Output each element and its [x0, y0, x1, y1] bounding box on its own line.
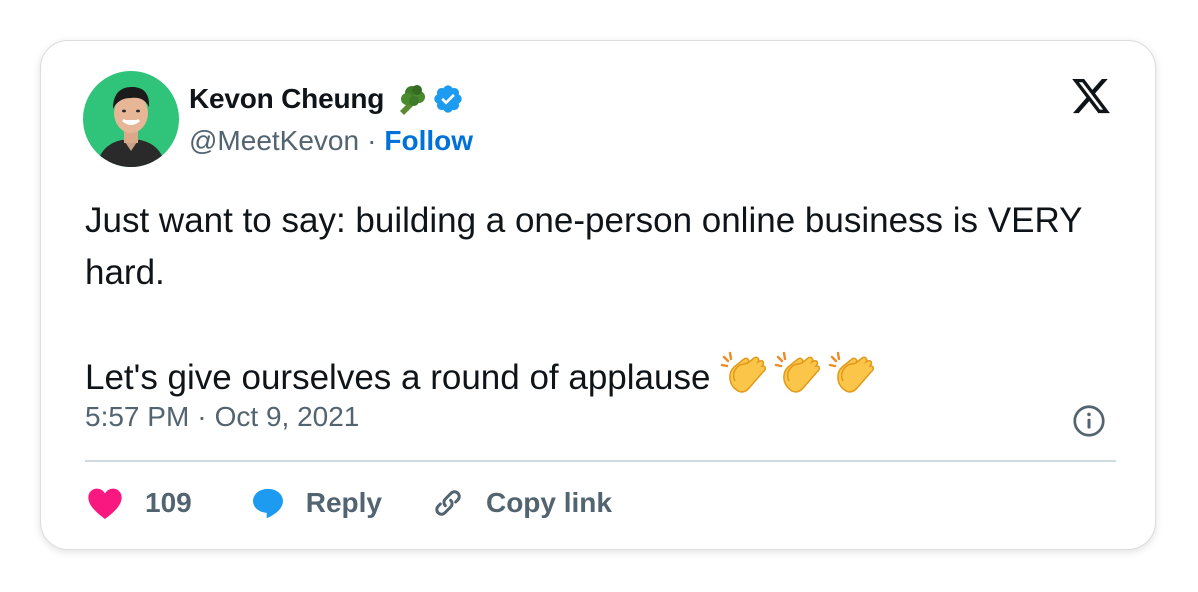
like-count: 109 [145, 487, 192, 518]
copy-link-button[interactable]: Copy link [428, 483, 612, 523]
tweet-body: Just want to say: building a one-person … [85, 201, 1082, 397]
clapping-hands-icon [775, 351, 821, 393]
tweet-date: Oct 9, 2021 [214, 401, 360, 432]
author-handle[interactable]: @MeetKevon [189, 125, 359, 157]
reply-button[interactable]: Reply [248, 483, 382, 523]
author-handle-row: @MeetKevon · Follow [189, 123, 473, 159]
actions-divider [85, 460, 1116, 462]
clap-emoji-group [720, 351, 878, 395]
heart-icon [88, 488, 122, 519]
verified-badge-icon [434, 85, 462, 113]
tweet-timestamp[interactable]: 5:57 PM · Oct 9, 2021 [85, 401, 359, 433]
reply-label: Reply [305, 487, 382, 518]
author-name[interactable]: Kevon Cheung [189, 83, 384, 115]
x-logo-icon[interactable] [1069, 75, 1113, 117]
clapping-hands-icon [829, 351, 875, 393]
copy-link-label: Copy link [485, 487, 612, 518]
broccoli-icon [400, 85, 426, 115]
follow-button[interactable]: Follow [384, 125, 473, 157]
like-button[interactable]: 109 [85, 483, 192, 523]
tweet-actions: 109 Reply Copy link [85, 479, 612, 527]
link-icon [435, 490, 461, 516]
clapping-hands-icon [721, 351, 767, 393]
tweet-card: Kevon Cheung @MeetKevon · Follow Just wa… [40, 40, 1156, 550]
handle-separator: · [367, 125, 377, 156]
info-icon[interactable] [1071, 403, 1107, 439]
author-name-row: Kevon Cheung [189, 81, 464, 117]
reply-bubble-icon [252, 488, 283, 519]
tweet-time: 5:57 PM [85, 401, 190, 432]
timestamp-separator: · [197, 401, 207, 432]
avatar[interactable] [83, 71, 179, 167]
tweet-text: Just want to say: building a one-person … [85, 195, 1125, 404]
